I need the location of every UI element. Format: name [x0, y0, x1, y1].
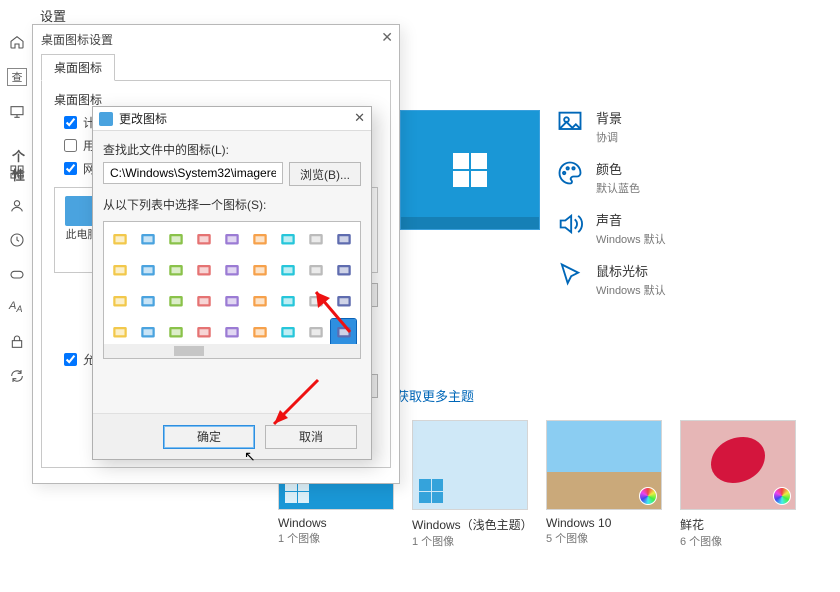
- quicklink-sounds[interactable]: 声音 Windows 默认: [556, 210, 666, 247]
- sidebar-item-time[interactable]: [9, 232, 25, 248]
- theme-desc: 1 个图像: [412, 533, 528, 549]
- icon-option[interactable]: [136, 288, 161, 316]
- icon-option[interactable]: [247, 226, 272, 254]
- cancel-button[interactable]: 取消: [265, 425, 357, 449]
- icon-option[interactable]: [220, 288, 245, 316]
- quicklink-background[interactable]: 背景协调: [556, 108, 666, 145]
- icon-option[interactable]: [192, 257, 217, 285]
- ok-button[interactable]: 确定: [163, 425, 255, 449]
- app-icon: [99, 112, 113, 126]
- icon-option[interactable]: [331, 288, 356, 316]
- icon-list[interactable]: [103, 221, 361, 359]
- get-more-themes-link[interactable]: 获取更多主题: [396, 386, 474, 405]
- icon-option[interactable]: [192, 288, 217, 316]
- sidebar-item-system[interactable]: [9, 104, 25, 120]
- icon-option[interactable]: [275, 226, 300, 254]
- quicklink-sub: 默认蓝色: [596, 180, 640, 196]
- dialog-title: 桌面图标设置: [41, 31, 113, 48]
- quicklink-cursor[interactable]: 鼠标光标 Windows 默认: [556, 261, 666, 298]
- icon-option[interactable]: [303, 319, 328, 347]
- quicklink-sub: Windows 默认: [596, 282, 666, 298]
- icon-path-input[interactable]: [103, 162, 283, 184]
- sidebar-item-accounts[interactable]: [9, 198, 25, 214]
- icon-option[interactable]: [164, 319, 189, 347]
- icon-option[interactable]: [164, 257, 189, 285]
- theme-item[interactable]: Windows 10 5 个图像: [546, 420, 662, 549]
- icon-option[interactable]: [108, 288, 133, 316]
- icon-option[interactable]: [275, 319, 300, 347]
- select-icon-label: 从以下列表中选择一个图标(S):: [103, 196, 361, 213]
- change-icon-dialog: 更改图标 ✕ 查找此文件中的图标(L): 浏览(B)... 从以下列表中选择一个…: [92, 106, 372, 460]
- quicklink-title: 鼠标光标: [596, 261, 666, 280]
- icon-option[interactable]: [303, 226, 328, 254]
- quicklink-title: 颜色: [596, 159, 640, 178]
- icon-option[interactable]: [247, 319, 272, 347]
- close-icon[interactable]: ✕: [354, 110, 365, 126]
- icon-option[interactable]: [331, 257, 356, 285]
- theme-item[interactable]: Windows（浅色主题） 1 个图像: [412, 420, 528, 549]
- home-icon[interactable]: [9, 34, 25, 50]
- theme-name: Windows 10: [546, 516, 662, 530]
- icon-option[interactable]: [136, 257, 161, 285]
- color-dot-icon: [639, 487, 657, 505]
- icon-option[interactable]: [275, 257, 300, 285]
- icon-option[interactable]: [247, 288, 272, 316]
- theme-item[interactable]: 鲜花 6 个图像: [680, 420, 796, 549]
- theme-name: 鲜花: [680, 516, 796, 533]
- icon-option[interactable]: [303, 288, 328, 316]
- icon-option[interactable]: [275, 288, 300, 316]
- theme-desc: 6 个图像: [680, 533, 796, 549]
- settings-title: 设置: [40, 6, 66, 25]
- cursor-icon: ↖: [244, 448, 256, 465]
- icon-option[interactable]: [331, 226, 356, 254]
- icon-option[interactable]: [136, 319, 161, 347]
- color-dot-icon: [773, 487, 791, 505]
- icon-option[interactable]: [108, 257, 133, 285]
- theme-preview: [400, 110, 540, 230]
- quicklink-colors[interactable]: 颜色默认蓝色: [556, 159, 666, 196]
- theme-name: Windows: [278, 516, 394, 530]
- icon-option[interactable]: [220, 319, 245, 347]
- find-in-file-label: 查找此文件中的图标(L):: [103, 141, 361, 158]
- theme-desc: 1 个图像: [278, 530, 394, 546]
- scrollbar-horizontal[interactable]: [104, 344, 360, 358]
- theme-desc: 5 个图像: [546, 530, 662, 546]
- sidebar-item-gaming[interactable]: [9, 266, 25, 282]
- icon-option[interactable]: [331, 319, 356, 347]
- icon-option[interactable]: [192, 319, 217, 347]
- theme-name: Windows（浅色主题）: [412, 516, 528, 533]
- speaker-icon: [556, 210, 584, 238]
- quicklink-title: 背景: [596, 108, 622, 127]
- search-icon[interactable]: 查: [7, 68, 27, 86]
- image-icon: [556, 108, 584, 136]
- sidebar-item-privacy[interactable]: [9, 334, 25, 350]
- quicklink-sub: Windows 默认: [596, 231, 666, 247]
- icon-option[interactable]: [303, 257, 328, 285]
- quicklink-title: 声音: [596, 210, 666, 229]
- icon-option[interactable]: [108, 226, 133, 254]
- palette-icon: [556, 159, 584, 187]
- icon-option[interactable]: [220, 226, 245, 254]
- icon-option[interactable]: [136, 226, 161, 254]
- sidebar-item-personalization[interactable]: 个性: [12, 146, 34, 184]
- cursor-icon: [556, 261, 584, 289]
- icon-option[interactable]: [164, 226, 189, 254]
- quicklink-sub: 协调: [596, 129, 622, 145]
- icon-option[interactable]: [220, 257, 245, 285]
- icon-option[interactable]: [247, 257, 272, 285]
- close-icon[interactable]: ✕: [381, 29, 393, 46]
- tab-desktop-icons[interactable]: 桌面图标: [41, 54, 115, 81]
- settings-nav-rail: 查 个性 AA: [0, 28, 34, 384]
- sidebar-item-ease[interactable]: AA: [9, 300, 25, 316]
- icon-option[interactable]: [192, 226, 217, 254]
- sidebar-item-update[interactable]: [9, 368, 25, 384]
- dialog-title: 更改图标: [119, 110, 167, 127]
- icon-option[interactable]: [108, 319, 133, 347]
- browse-button[interactable]: 浏览(B)...: [289, 162, 361, 186]
- icon-option[interactable]: [164, 288, 189, 316]
